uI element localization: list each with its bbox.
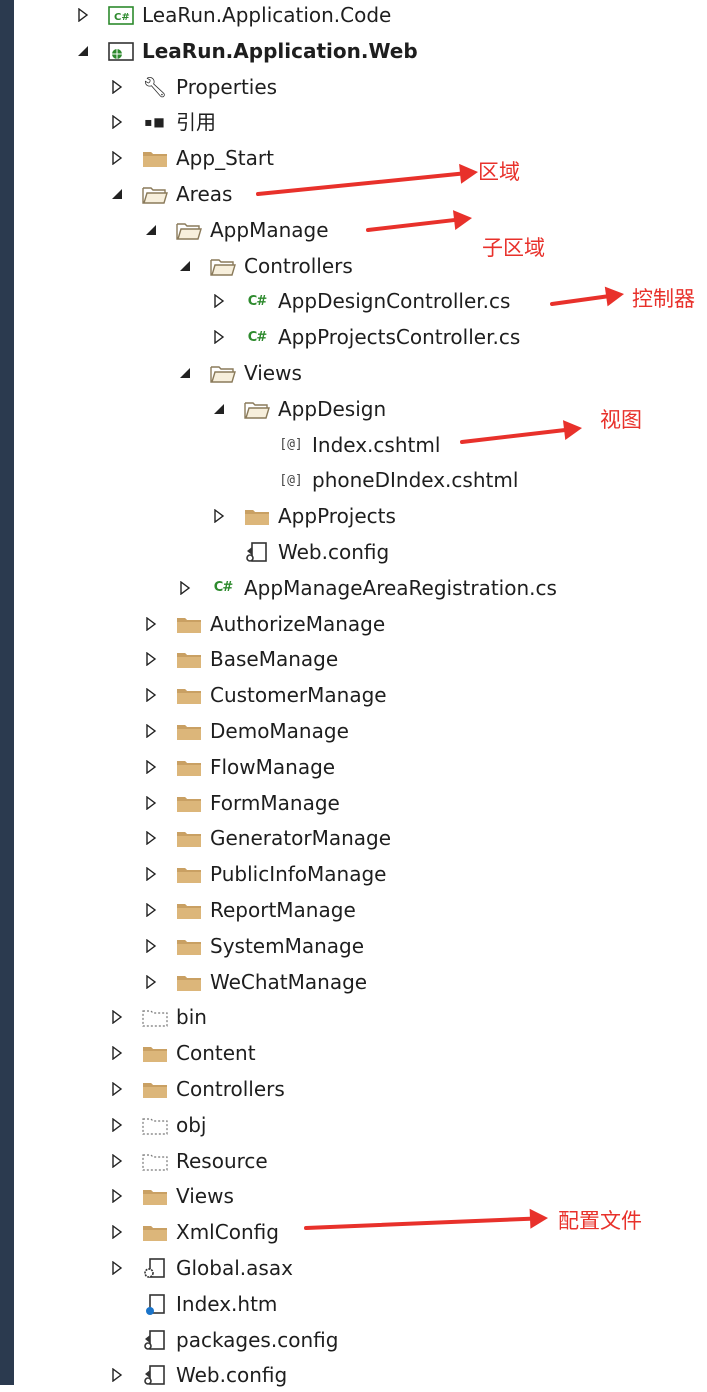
annotation-label: 区域 (478, 160, 520, 184)
annotation-label: 配置文件 (558, 1209, 642, 1233)
annotation-label: 控制器 (632, 287, 695, 311)
annotation-label: 视图 (600, 408, 642, 432)
annotation-layer: 区域子区域控制器视图配置文件 (0, 0, 707, 1385)
annotation-label: 子区域 (482, 236, 545, 260)
